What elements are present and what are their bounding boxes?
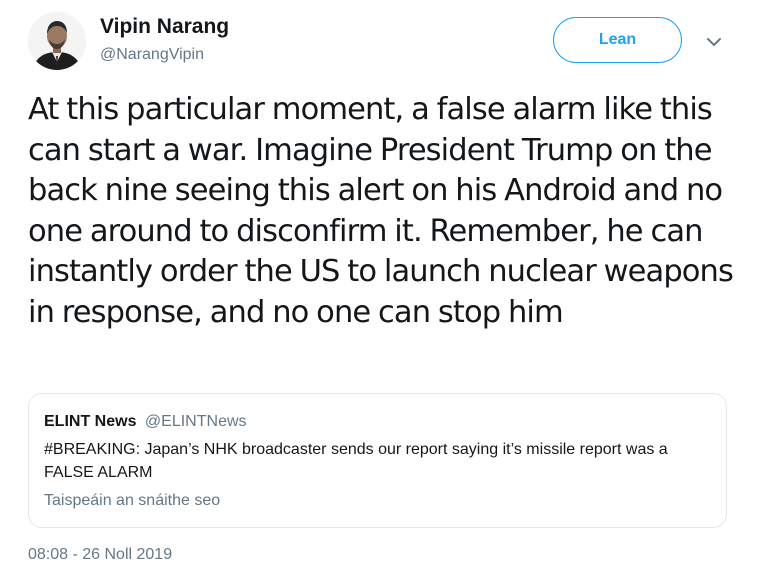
quoted-author-handle: @ELINTNews bbox=[144, 413, 247, 430]
quoted-tweet[interactable]: ELINT News @ELINTNews #BREAKING: Japan’s… bbox=[28, 393, 727, 528]
author-handle[interactable]: @NarangVipin bbox=[100, 46, 204, 64]
follow-button[interactable]: Lean bbox=[553, 17, 682, 63]
quoted-tweet-header: ELINT News @ELINTNews bbox=[44, 413, 247, 431]
chevron-down-icon[interactable] bbox=[703, 31, 725, 53]
avatar[interactable] bbox=[28, 12, 86, 70]
avatar-image bbox=[28, 12, 86, 70]
tweet-text: At this particular moment, a false alarm… bbox=[28, 92, 734, 330]
quoted-tweet-text: #BREAKING: Japan’s NHK broadcaster sends… bbox=[44, 441, 668, 481]
author-name[interactable]: Vipin Narang bbox=[100, 15, 229, 39]
show-thread-link[interactable]: Taispeáin an snáithe seo bbox=[44, 492, 220, 510]
tweet-timestamp[interactable]: 08:08 - 26 Noll 2019 bbox=[28, 546, 172, 564]
quoted-author-name: ELINT News bbox=[44, 413, 137, 430]
follow-button-label: Lean bbox=[598, 31, 637, 48]
tweet-card: Vipin Narang @NarangVipin Lean At this p… bbox=[0, 0, 758, 576]
